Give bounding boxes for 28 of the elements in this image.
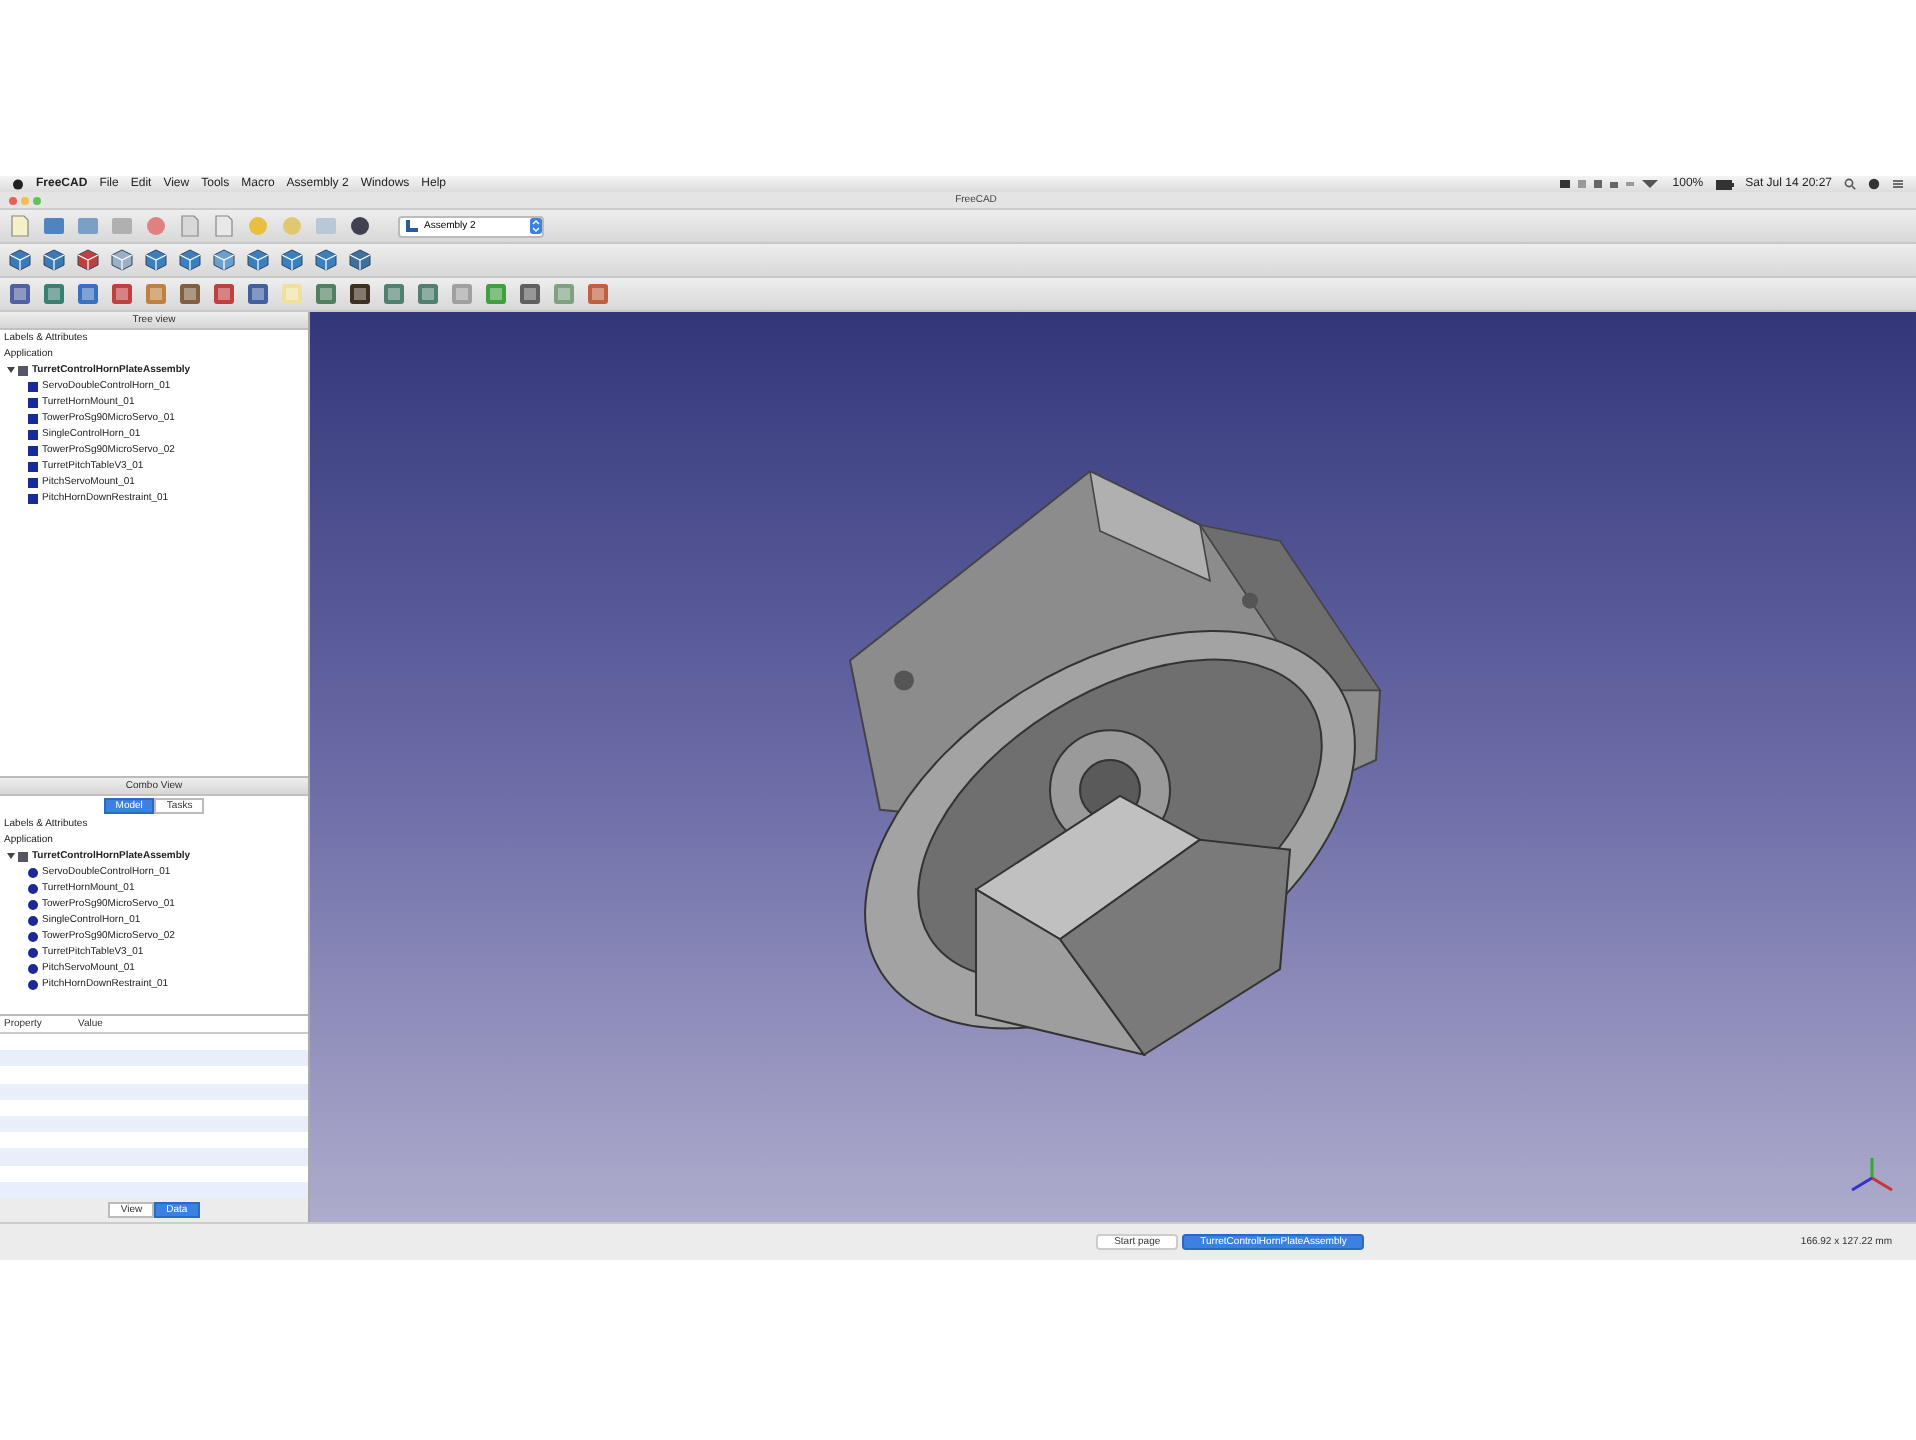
assembly-icon (18, 365, 28, 375)
tool-icon[interactable] (8, 282, 32, 306)
view-cube-icon[interactable] (110, 248, 134, 272)
search-icon[interactable] (1844, 178, 1856, 190)
tool-icon[interactable] (246, 282, 270, 306)
workbench-icon (406, 220, 418, 232)
menu-icon[interactable] (1892, 178, 1904, 190)
view-cube-icon[interactable] (178, 248, 202, 272)
battery-icon (1715, 179, 1734, 189)
model-drawing[interactable] (848, 469, 1382, 1057)
status-icons-drawing (1560, 178, 1661, 190)
view-cube-icon[interactable] (314, 248, 338, 272)
view-cube-icon[interactable] (8, 248, 32, 272)
assembly-icon (18, 851, 28, 861)
tool-icon[interactable] (518, 282, 542, 306)
view-cube-icon[interactable] (42, 248, 66, 272)
dropdown-arrows-icon (530, 218, 542, 234)
tool-icon[interactable] (178, 282, 202, 306)
3d-viewport[interactable] (310, 312, 1916, 1222)
view-cube-icon[interactable] (144, 248, 168, 272)
view-cube-icon[interactable] (212, 248, 236, 272)
view-cube-icon[interactable] (246, 248, 270, 272)
view-cube-icon[interactable] (76, 248, 100, 272)
window-controls-drawing[interactable] (8, 195, 44, 205)
view-cube-icon[interactable] (280, 248, 304, 272)
tool-icon[interactable] (348, 282, 372, 306)
view-cube-icon[interactable] (348, 248, 372, 272)
circle-icon[interactable] (1868, 178, 1880, 190)
